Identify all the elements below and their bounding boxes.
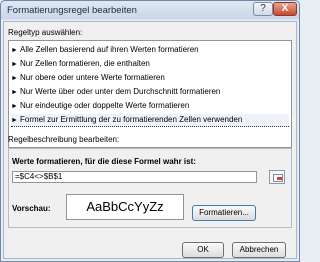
- rule-item-contain[interactable]: ► Nur Zellen formatieren, die enthalten: [11, 58, 289, 70]
- close-button[interactable]: X: [273, 2, 297, 16]
- right-triangle-icon: ►: [11, 89, 18, 96]
- format-button[interactable]: Formatieren...: [192, 205, 256, 221]
- formula-label: Werte formatieren, für die diese Formel …: [12, 157, 196, 166]
- rule-type-label: Regeltyp auswählen:: [8, 28, 83, 37]
- dialog-window: Formatierungsregel bearbeiten ? X Regelt…: [0, 0, 300, 262]
- right-triangle-icon: ►: [11, 103, 18, 110]
- dialog-title: Formatierungsregel bearbeiten: [7, 5, 137, 16]
- range-selector-icon[interactable]: [269, 170, 285, 184]
- rule-item-label: Nur eindeutige oder doppelte Werte forma…: [20, 101, 190, 110]
- rule-item-label: Alle Zellen basierend auf ihren Werten f…: [20, 45, 199, 54]
- rule-type-list[interactable]: ► Alle Zellen basierend auf ihren Werten …: [8, 40, 292, 148]
- right-triangle-icon: ►: [11, 117, 18, 124]
- rule-description-panel: Werte formatieren, für die diese Formel …: [8, 148, 292, 228]
- rule-item-unique-duplicate[interactable]: ► Nur eindeutige oder doppelte Werte form…: [11, 100, 289, 112]
- dialog-client: Regeltyp auswählen: ► Alle Zellen basiere…: [3, 21, 297, 259]
- rule-item-formula[interactable]: ► Formel zur Ermittlung der zu formatiere…: [11, 114, 289, 127]
- ok-button[interactable]: OK: [182, 242, 224, 258]
- rule-item-label: Formel zur Ermittlung der zu formatieren…: [20, 115, 243, 124]
- rule-item-label: Nur Zellen formatieren, die enthalten: [20, 59, 150, 68]
- formula-input[interactable]: =$C4<>$B$1: [12, 171, 257, 183]
- rule-item-average[interactable]: ► Nur Werte über oder unter dem Durchschn…: [11, 86, 289, 98]
- help-button[interactable]: ?: [253, 2, 273, 16]
- rule-item-top-bottom[interactable]: ► Nur obere oder untere Werte formatieren: [11, 72, 289, 84]
- preview-box: AaBbCcYyZz: [66, 194, 184, 220]
- right-triangle-icon: ►: [11, 61, 18, 68]
- preview-label: Vorschau:: [12, 204, 51, 213]
- titlebar: Formatierungsregel bearbeiten ? X: [1, 1, 299, 21]
- rule-item-label: Nur Werte über oder unter dem Durchschni…: [20, 87, 221, 96]
- rule-item-all-cells[interactable]: ► Alle Zellen basierend auf ihren Werten …: [11, 44, 289, 56]
- description-label: Regelbeschreibung bearbeiten:: [8, 135, 120, 144]
- right-triangle-icon: ►: [11, 75, 18, 82]
- right-triangle-icon: ►: [11, 47, 18, 54]
- rule-item-label: Nur obere oder untere Werte formatieren: [20, 73, 165, 82]
- cancel-button[interactable]: Abbrechen: [232, 242, 286, 258]
